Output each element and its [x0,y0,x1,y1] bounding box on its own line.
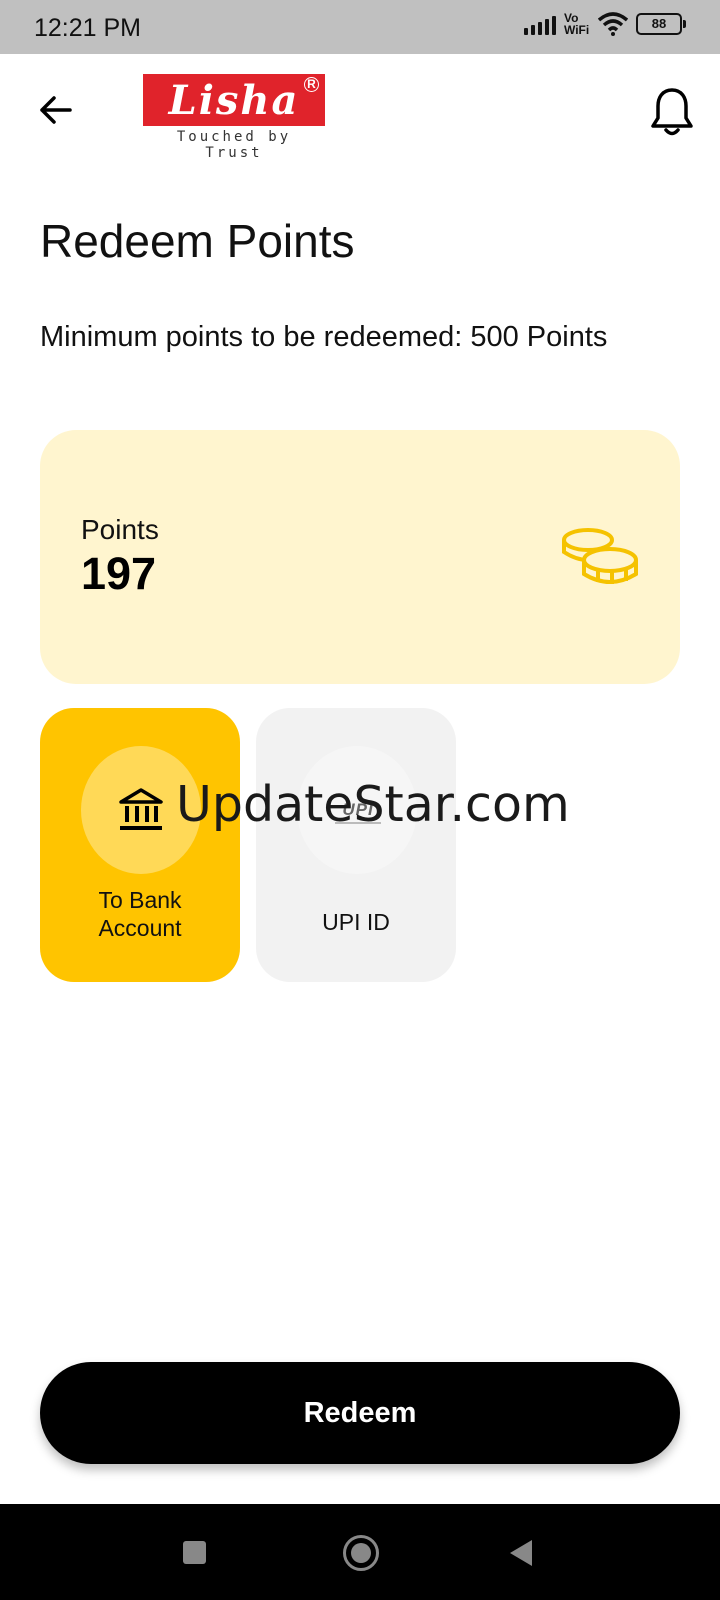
minimum-points-text: Minimum points to be redeemed: 500 Point… [40,321,608,353]
bell-icon[interactable] [648,86,696,138]
points-value: 197 [81,548,157,599]
status-icons: Vo WiFi 88 [524,11,686,37]
registered-mark-icon: R [304,77,319,92]
coins-icon [562,528,638,584]
option-label: UPI ID [322,909,390,935]
recent-apps-icon[interactable] [183,1541,206,1564]
logo-text: Lisha [168,76,300,124]
page-title: Redeem Points [40,215,355,267]
back-triangle-icon[interactable] [510,1540,532,1566]
option-upi-id[interactable]: UPI UPI ID [256,708,456,982]
battery-icon: 88 [636,13,686,35]
status-bar: 12:21 PM Vo WiFi 88 [0,0,720,54]
status-time: 12:21 PM [34,14,142,42]
signal-icon [524,13,556,35]
back-arrow-icon[interactable] [36,90,76,130]
brand-logo: Lisha R Touched by Trust [143,74,325,161]
watermark-text: UpdateStar.com [176,776,570,833]
home-icon[interactable] [343,1535,379,1571]
points-label: Points [81,514,159,545]
logo-box: Lisha R [143,74,325,126]
logo-tagline: Touched by Trust [176,129,292,161]
option-label: To Bank Account [98,887,182,941]
redeem-points-screen: 12:21 PM Vo WiFi 88 Lisha R Touched by T… [0,0,720,1600]
system-nav-bar [0,1504,720,1600]
option-bank-account[interactable]: To Bank Account [40,708,240,982]
wifi-icon [598,12,628,36]
points-card: Points 197 [40,430,680,684]
vowifi-icon: Vo WiFi [564,11,590,37]
bank-icon [119,788,163,830]
redeem-button[interactable]: Redeem [40,1362,680,1464]
